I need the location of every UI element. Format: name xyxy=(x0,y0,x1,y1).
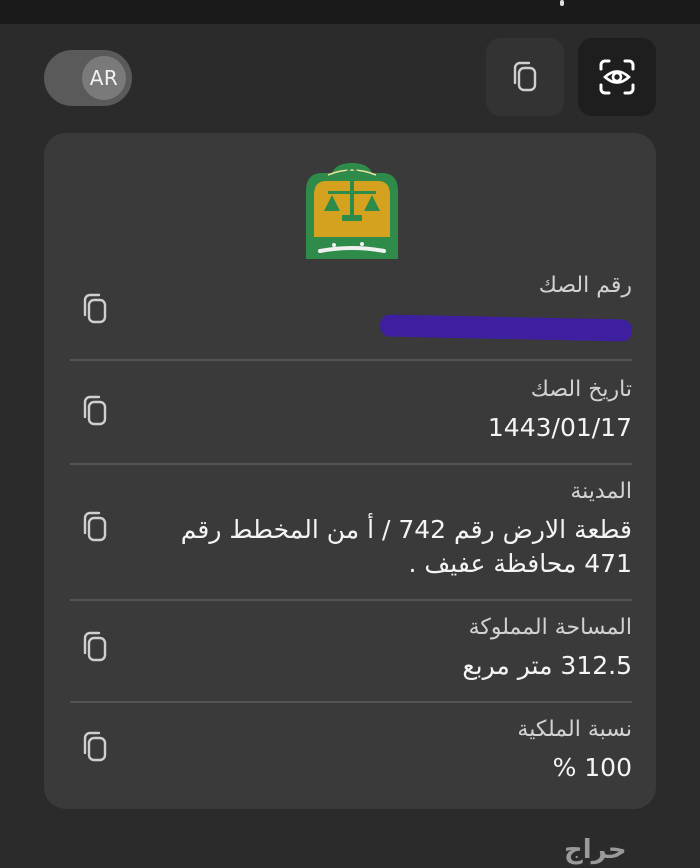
language-label: AR xyxy=(89,66,119,90)
field-label: تاريخ الصك xyxy=(530,377,632,402)
field-value: 312.5 متر مربع xyxy=(462,651,632,680)
copy-icon[interactable] xyxy=(80,291,110,327)
field-label: رقم الصك xyxy=(538,273,632,298)
ownership-ratio-row: نسبة الملكية 100 % xyxy=(70,717,632,793)
watermark: حراج xyxy=(564,835,627,865)
copy-icon[interactable] xyxy=(80,509,110,545)
field-label: المساحة المملوكة xyxy=(468,615,632,640)
copy-icon[interactable] xyxy=(80,393,110,429)
owned-area-row: المساحة المملوكة 312.5 متر مربع xyxy=(70,615,632,703)
field-value: قطعة الارض رقم 742 / أ من المخطط رقم 471… xyxy=(180,515,632,578)
copy-icon[interactable] xyxy=(80,729,110,765)
field-value: 100 % xyxy=(552,753,632,782)
scan-view-button[interactable] xyxy=(578,38,656,116)
eye-scan-icon xyxy=(599,59,635,95)
ministry-of-justice-logo xyxy=(302,161,402,261)
field-value: 1443/01/17 xyxy=(487,413,632,442)
city-row: المدينة قطعة الارض رقم 742 / أ من المخطط… xyxy=(70,479,632,601)
copy-icon[interactable] xyxy=(80,629,110,665)
field-label: نسبة الملكية xyxy=(517,717,632,742)
status-bar xyxy=(0,0,700,24)
redaction-mark xyxy=(379,314,633,342)
copy-all-button[interactable] xyxy=(486,38,564,116)
language-toggle-knob[interactable]: AR xyxy=(82,56,126,100)
deed-date-row: تاريخ الصك 1443/01/17 xyxy=(70,377,632,465)
deed-number-row: رقم الصك xyxy=(70,273,633,361)
status-indicator xyxy=(560,0,564,6)
copy-icon xyxy=(513,61,537,92)
deed-card: رقم الصك تاريخ الصك 1443/01/17 المدينة ق… xyxy=(44,133,656,809)
language-toggle[interactable]: AR xyxy=(44,50,132,106)
field-label: المدينة xyxy=(570,479,632,504)
